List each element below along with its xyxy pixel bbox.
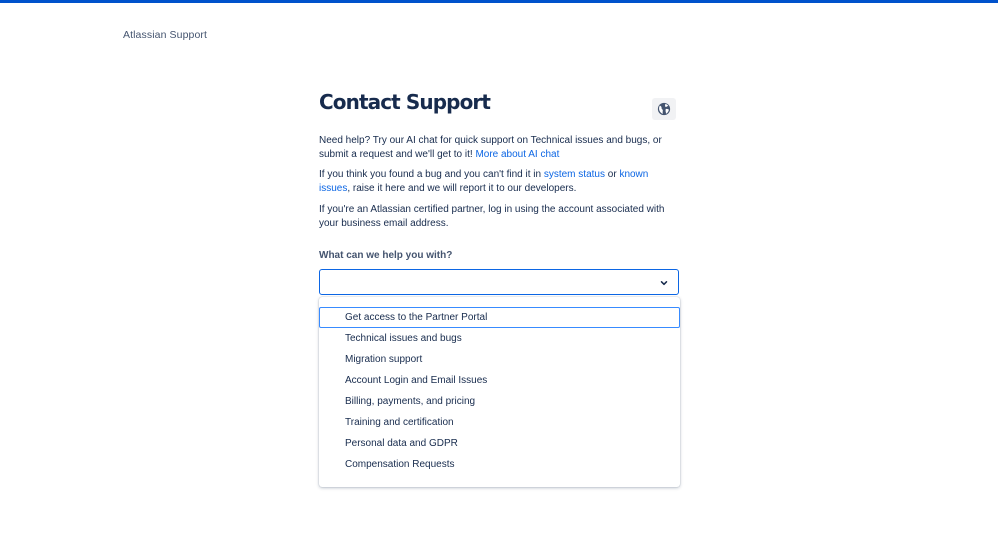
help-topic-label: What can we help you with? xyxy=(319,250,453,261)
atlassian-support-link[interactable]: Atlassian Support xyxy=(123,29,207,41)
option-account-login[interactable]: Account Login and Email Issues xyxy=(319,371,680,392)
help-topic-menu: Get access to the Partner Portal Technic… xyxy=(319,297,680,487)
chevron-down-icon xyxy=(660,281,668,286)
system-status-link[interactable]: system status xyxy=(544,169,605,180)
partner-paragraph: If you're an Atlassian certified partner… xyxy=(319,203,681,230)
language-selector-button[interactable] xyxy=(652,98,676,120)
main-content: Contact Support xyxy=(319,88,679,116)
partner-text: If you're an Atlassian certified partner… xyxy=(319,204,665,229)
top-accent-bar xyxy=(0,0,998,3)
help-topic-select[interactable] xyxy=(319,269,679,295)
option-partner-portal[interactable]: Get access to the Partner Portal xyxy=(319,307,680,328)
intro-paragraph: Need help? Try our AI chat for quick sup… xyxy=(319,134,681,161)
bug-report-paragraph: If you think you found a bug and you can… xyxy=(319,168,681,195)
globe-icon xyxy=(657,102,671,116)
option-compensation[interactable]: Compensation Requests xyxy=(319,455,680,476)
option-personal-data[interactable]: Personal data and GDPR xyxy=(319,434,680,455)
page-title: Contact Support xyxy=(319,90,491,114)
bug-text-1: If you think you found a bug and you can… xyxy=(319,169,544,180)
option-migration-support[interactable]: Migration support xyxy=(319,350,680,371)
bug-text-2: or xyxy=(604,169,620,180)
ai-chat-link[interactable]: More about AI chat xyxy=(475,149,559,160)
bug-text-3: , raise it here and we will report it to… xyxy=(347,182,577,194)
option-training[interactable]: Training and certification xyxy=(319,413,680,434)
option-billing[interactable]: Billing, payments, and pricing xyxy=(319,392,680,413)
option-technical-issues[interactable]: Technical issues and bugs xyxy=(319,329,680,350)
